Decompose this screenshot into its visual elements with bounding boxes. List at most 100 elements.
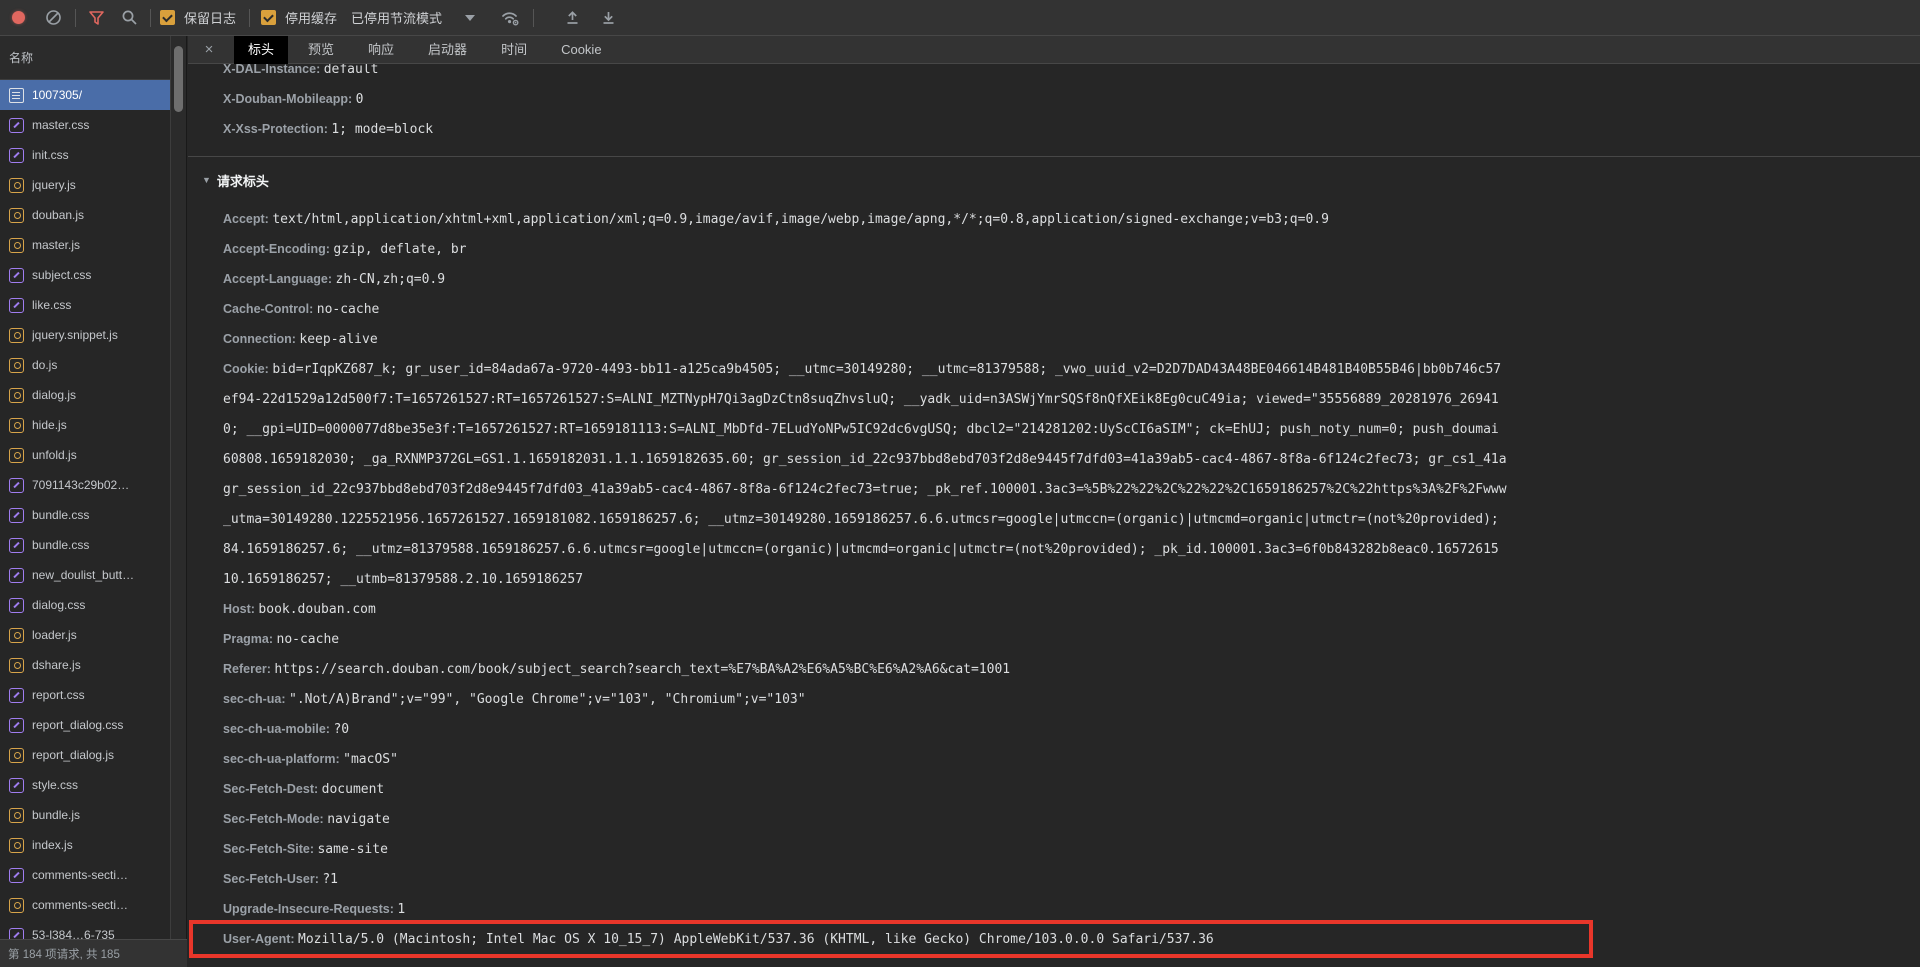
header-value: _utma=30149280.1225521956.1657261527.165…: [223, 512, 1507, 527]
header-value: ef94-22d1529a12d500f7:T=1657261527:RT=16…: [223, 392, 1499, 407]
file-type-icon: [9, 328, 24, 343]
list-item[interactable]: report_dialog.js: [0, 740, 170, 770]
header-value: 60808.1659182030; _ga_RXNMP372GL=GS1.1.1…: [223, 452, 1507, 467]
list-item[interactable]: index.js: [0, 830, 170, 860]
header-line: sec-ch-ua-mobile: ?0: [223, 714, 1920, 744]
tab-预览[interactable]: 预览: [294, 36, 348, 64]
request-name: like.css: [32, 298, 71, 312]
clear-button[interactable]: [45, 9, 62, 26]
header-line: sec-ch-ua: ".Not/A)Brand";v="99", "Googl…: [223, 684, 1920, 714]
request-name: comments-secti…: [32, 898, 128, 912]
request-list-pane: 名称 1007305/ master.css init.css jquery.j…: [0, 36, 187, 967]
list-item[interactable]: like.css: [0, 290, 170, 320]
list-item[interactable]: 1007305/: [0, 80, 170, 110]
list-item[interactable]: master.js: [0, 230, 170, 260]
request-name: jquery.snippet.js: [32, 328, 118, 342]
header-name: sec-ch-ua:: [223, 692, 289, 706]
list-item[interactable]: dialog.css: [0, 590, 170, 620]
list-item[interactable]: jquery.js: [0, 170, 170, 200]
tab-时间[interactable]: 时间: [487, 36, 541, 64]
list-item[interactable]: bundle.js: [0, 800, 170, 830]
tab-启动器[interactable]: 启动器: [414, 36, 481, 64]
list-item[interactable]: hide.js: [0, 410, 170, 440]
list-item[interactable]: 7091143c29b02…: [0, 470, 170, 500]
filter-funnel-icon: [88, 10, 105, 26]
tab-响应[interactable]: 响应: [354, 36, 408, 64]
request-name: bundle.js: [32, 808, 80, 822]
header-value: gzip, deflate, br: [333, 242, 466, 257]
file-type-icon: [9, 868, 24, 883]
file-type-icon: [9, 718, 24, 733]
request-name: bundle.css: [32, 508, 89, 522]
sidebar-scrollbar-thumb[interactable]: [174, 46, 183, 112]
list-item[interactable]: comments-secti…: [0, 890, 170, 920]
disable-cache-checkbox[interactable]: [261, 10, 276, 25]
tab-标头[interactable]: 标头: [234, 36, 288, 64]
export-har-button[interactable]: [601, 10, 616, 25]
header-line: Referer: https://search.douban.com/book/…: [223, 654, 1920, 684]
import-har-button[interactable]: [565, 10, 580, 25]
header-value: https://search.douban.com/book/subject_s…: [274, 662, 1010, 677]
file-type-icon: [9, 508, 24, 523]
header-name: User-Agent:: [223, 932, 298, 946]
list-item[interactable]: unfold.js: [0, 440, 170, 470]
preserve-log-checkbox[interactable]: [160, 10, 175, 25]
list-item[interactable]: comments-secti…: [0, 860, 170, 890]
list-item[interactable]: init.css: [0, 140, 170, 170]
throttling-select[interactable]: 已停用节流模式: [351, 8, 442, 27]
header-name: Sec-Fetch-User:: [223, 872, 322, 886]
request-count-status-bar: 第 184 项请求, 共 185: [0, 939, 187, 967]
search-button[interactable]: [121, 9, 138, 26]
chevron-down-icon[interactable]: [465, 15, 475, 21]
request-name: loader.js: [32, 628, 77, 642]
header-value: ?1: [322, 872, 338, 887]
list-item[interactable]: bundle.css: [0, 530, 170, 560]
network-conditions-button[interactable]: [500, 9, 520, 27]
header-line: X-Xss-Protection: 1; mode=block: [223, 114, 433, 144]
header-name: Referer:: [223, 662, 274, 676]
tab-Cookie[interactable]: Cookie: [547, 36, 615, 64]
header-name: Cookie:: [223, 362, 272, 376]
request-headers-section-toggle[interactable]: ▼ 请求标头: [202, 164, 269, 196]
header-value: 84.1659186257.6; __utmz=81379588.1659186…: [223, 542, 1499, 557]
header-value: 0: [356, 92, 364, 107]
wifi-gear-icon: [500, 9, 520, 27]
request-name: 1007305/: [32, 88, 82, 102]
toolbar-separator: [150, 9, 151, 27]
list-item[interactable]: subject.css: [0, 260, 170, 290]
list-item[interactable]: dshare.js: [0, 650, 170, 680]
header-name: X-DAL-Instance:: [223, 64, 324, 76]
close-icon[interactable]: ×: [200, 41, 218, 58]
name-column-label: 名称: [9, 49, 33, 66]
record-button[interactable]: [12, 11, 25, 24]
name-column-header[interactable]: 名称: [0, 36, 170, 80]
request-name: comments-secti…: [32, 868, 128, 882]
list-item[interactable]: master.css: [0, 110, 170, 140]
request-name: master.css: [32, 118, 89, 132]
list-item[interactable]: style.css: [0, 770, 170, 800]
header-line: 84.1659186257.6; __utmz=81379588.1659186…: [223, 534, 1920, 564]
list-item[interactable]: new_doulist_butt…: [0, 560, 170, 590]
request-headers-section-title: 请求标头: [217, 171, 269, 190]
list-item[interactable]: report.css: [0, 680, 170, 710]
filter-button[interactable]: [88, 10, 105, 26]
request-headers-list: Accept: text/html,application/xhtml+xml,…: [223, 204, 1920, 954]
preserve-log-label[interactable]: 保留日志: [184, 8, 236, 27]
list-item[interactable]: loader.js: [0, 620, 170, 650]
request-name: report_dialog.js: [32, 748, 114, 762]
header-value: text/html,application/xhtml+xml,applicat…: [272, 212, 1329, 227]
list-item[interactable]: bundle.css: [0, 500, 170, 530]
file-type-icon: [9, 808, 24, 823]
list-item[interactable]: douban.js: [0, 200, 170, 230]
list-item[interactable]: dialog.js: [0, 380, 170, 410]
request-name: report_dialog.css: [32, 718, 123, 732]
header-value: 10.1659186257; __utmb=81379588.2.10.1659…: [223, 572, 583, 587]
list-item[interactable]: report_dialog.css: [0, 710, 170, 740]
header-line: Sec-Fetch-Dest: document: [223, 774, 1920, 804]
request-name: 7091143c29b02…: [32, 478, 129, 492]
request-name: index.js: [32, 838, 73, 852]
header-line: Accept: text/html,application/xhtml+xml,…: [223, 204, 1920, 234]
disable-cache-label[interactable]: 停用缓存: [285, 8, 337, 27]
list-item[interactable]: jquery.snippet.js: [0, 320, 170, 350]
list-item[interactable]: do.js: [0, 350, 170, 380]
